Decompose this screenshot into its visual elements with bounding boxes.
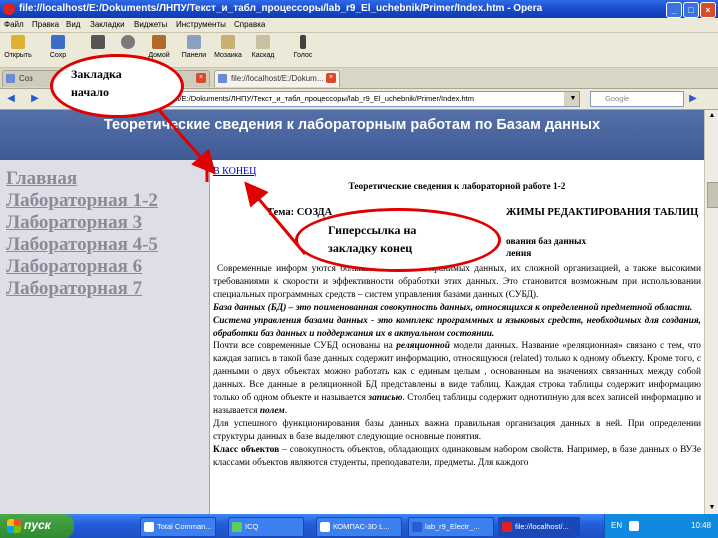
printer-icon: [91, 35, 105, 49]
cascade-button[interactable]: Каскад: [245, 35, 281, 65]
home-icon: [152, 35, 166, 49]
tray-icon[interactable]: [629, 521, 639, 531]
cascade-icon: [256, 35, 270, 49]
page-icon: [6, 74, 15, 83]
disk-icon: [51, 35, 65, 49]
url-input[interactable]: file://localhost/E:/Dokuments/ЛНПУ/Текст…: [130, 91, 580, 107]
forward-arrow-icon[interactable]: ▶: [28, 92, 42, 106]
search-input[interactable]: Google: [590, 91, 684, 107]
vertical-scrollbar[interactable]: ▲ ▼: [704, 110, 718, 514]
system-tray: EN 10:48: [604, 514, 718, 538]
scroll-up-icon[interactable]: ▲: [705, 110, 718, 122]
magnifier-icon: [121, 35, 135, 49]
opera-icon: [502, 522, 512, 532]
flower-icon: [232, 522, 242, 532]
panels-button[interactable]: Панели: [176, 35, 212, 65]
taskbar-item-word-doc[interactable]: lab_r9_Electr_...: [408, 517, 494, 537]
callout-hyperlink-end: Гиперссылка на закладку конец: [295, 208, 501, 272]
menu-edit[interactable]: Правка: [32, 20, 59, 29]
open-button[interactable]: Открыть: [0, 35, 36, 65]
paragraph-db-definition: База данных (БД) – это поименованная сов…: [213, 302, 693, 313]
taskbar-item-icq[interactable]: ICQ: [228, 517, 304, 537]
voice-button[interactable]: Голос: [285, 35, 321, 65]
scroll-down-icon[interactable]: ▼: [705, 502, 718, 514]
end-bookmark-link[interactable]: В КОНЕЦ: [213, 166, 256, 179]
app-icon: [320, 522, 330, 532]
microphone-icon: [300, 35, 306, 49]
text-body: Современные информ уются большими объема…: [213, 263, 701, 470]
sidebar-link-lab-3[interactable]: Лабораторная 3: [6, 212, 142, 234]
close-button[interactable]: ×: [700, 2, 716, 18]
menu-bar: Файл Правка Вид Закладки Виджеты Инструм…: [0, 18, 718, 33]
language-indicator[interactable]: EN: [611, 521, 622, 530]
paragraph-class: Класс объектов – совокупность объектов, …: [213, 444, 701, 468]
scroll-thumb[interactable]: [707, 182, 718, 208]
save-button[interactable]: Сохр: [40, 35, 76, 65]
minimize-button[interactable]: _: [666, 2, 682, 18]
taskbar: пуск Total Comman... ICQ КОМПАС-3D L... …: [0, 514, 718, 538]
sidebar: Главная Лабораторная 1-2 Лабораторная 3 …: [0, 160, 210, 514]
app-icon: [144, 522, 154, 532]
subtitle-2: ления: [506, 249, 532, 259]
paragraph-dbms-definition: Система управления базами данных - это к…: [213, 315, 701, 339]
menu-tools[interactable]: Инструменты: [176, 20, 226, 29]
folder-icon: [11, 35, 25, 49]
sidebar-link-lab-4-5[interactable]: Лабораторная 4-5: [6, 234, 158, 256]
clock: 10:48: [691, 521, 712, 530]
callout-bookmark-start: Закладка начало: [50, 54, 184, 118]
taskbar-item-kompas[interactable]: КОМПАС-3D L...: [316, 517, 402, 537]
sidebar-link-main[interactable]: Главная: [6, 168, 77, 190]
opera-icon: [3, 3, 15, 15]
paragraph-structure: Для успешного функционирования базы данн…: [213, 418, 701, 442]
topic-suffix: ЖИМЫ РЕДАКТИРОВАНИЯ ТАБЛИЦ: [506, 207, 699, 218]
menu-widgets[interactable]: Виджеты: [134, 20, 167, 29]
sidebar-link-lab-6[interactable]: Лабораторная 6: [6, 256, 142, 278]
menu-help[interactable]: Справка: [234, 20, 265, 29]
menu-view[interactable]: Вид: [66, 20, 80, 29]
paragraph-intro: Современные информ уются большими объема…: [213, 264, 701, 300]
lab-title: Теоретические сведения к лабораторной ра…: [348, 182, 566, 192]
word-icon: [412, 522, 422, 532]
start-button[interactable]: пуск: [0, 514, 74, 538]
page-icon: [218, 74, 227, 83]
window-title-bar[interactable]: file://localhost/E:/Dokuments/ЛНПУ/Текст…: [0, 0, 718, 18]
close-tab-icon[interactable]: ×: [196, 73, 206, 83]
tile-button[interactable]: Мозаика: [210, 35, 246, 65]
chevron-down-icon[interactable]: ▼: [564, 92, 579, 106]
close-tab-icon[interactable]: ×: [326, 73, 336, 83]
taskbar-item-total-commander[interactable]: Total Comman...: [140, 517, 216, 537]
maximize-button[interactable]: □: [683, 2, 699, 18]
tile-icon: [221, 35, 235, 49]
menu-bookmarks[interactable]: Закладки: [90, 20, 125, 29]
sidebar-link-lab-7[interactable]: Лабораторная 7: [6, 278, 142, 300]
menu-file[interactable]: Файл: [4, 20, 24, 29]
subtitle-1: ования баз данных: [506, 237, 587, 247]
taskbar-item-opera[interactable]: file://localhost/...: [498, 517, 580, 537]
sidebar-link-lab-1-2[interactable]: Лабораторная 1-2: [6, 190, 158, 212]
paragraph-relational: Почти все современные СУБД основаны на р…: [213, 341, 701, 416]
back-arrow-icon[interactable]: ◀: [4, 92, 18, 106]
window-title: file://localhost/E:/Dokuments/ЛНПУ/Текст…: [19, 3, 543, 14]
windows-logo-icon: [7, 519, 21, 533]
search-go-icon[interactable]: ▶: [686, 92, 700, 106]
page-title: Теоретические сведения к лабораторным ра…: [103, 117, 601, 133]
tab-active-page[interactable]: file://localhost/E:/Dokum... ×: [214, 70, 340, 87]
panels-icon: [187, 35, 201, 49]
